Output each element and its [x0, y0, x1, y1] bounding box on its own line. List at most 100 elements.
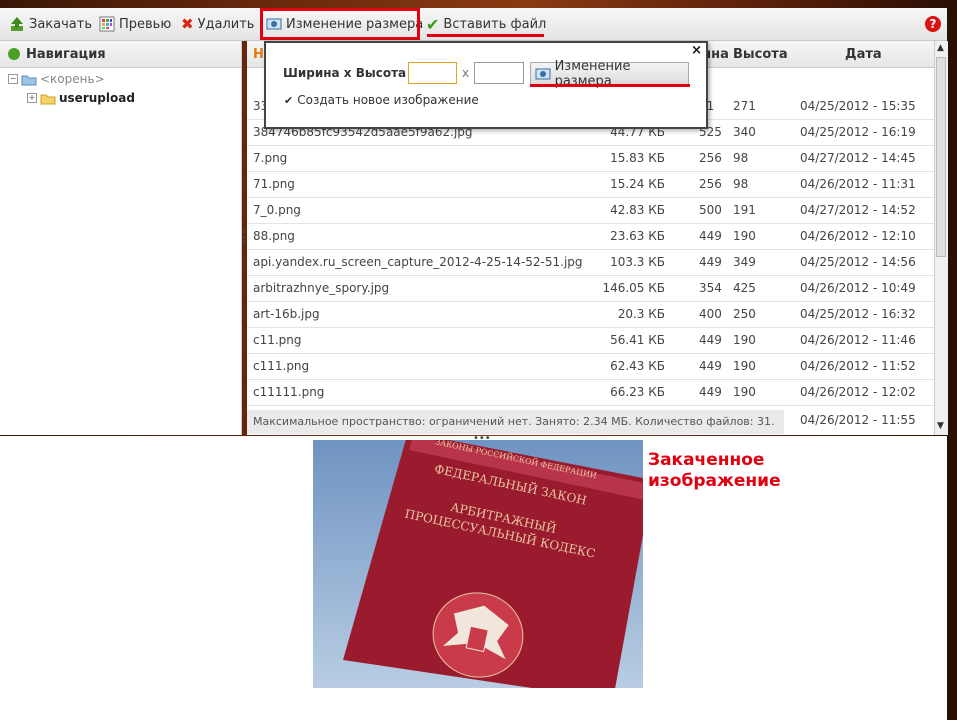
row-date: 04/26/2012 - 12:02: [800, 385, 916, 399]
delete-button[interactable]: ✖ Удалить: [181, 8, 254, 40]
table-row[interactable]: 88.png 23.63 КБ 449 190 04/26/2012 - 12:10: [247, 223, 934, 250]
row-width: 449: [699, 229, 722, 243]
table-row[interactable]: c11111.png 66.23 КБ 449 190 04/26/2012 - 12:…: [247, 379, 934, 406]
row-date: 04/26/2012 - 12:10: [800, 229, 916, 243]
row-height: 271: [733, 99, 756, 113]
paste-highlight-underline: [427, 34, 544, 37]
row-width: 354: [699, 281, 722, 295]
preview-button[interactable]: Превью: [99, 8, 171, 40]
row-height: 190: [733, 333, 756, 347]
dimensions-label: Ширина x Высота: [283, 66, 407, 80]
help-icon[interactable]: ?: [925, 16, 941, 32]
scroll-down-icon[interactable]: ▼: [937, 421, 944, 431]
tree-root-label: <корень>: [40, 72, 105, 86]
row-width: 400: [699, 307, 722, 321]
column-name[interactable]: Н: [253, 47, 264, 62]
row-date: 04/26/2012 - 10:49: [800, 281, 916, 295]
close-icon[interactable]: ×: [691, 43, 702, 58]
checkbox[interactable]: ✔: [284, 94, 293, 107]
table-row[interactable]: 7_0.png 42.83 КБ 500 191 04/27/2012 - 14:52: [247, 197, 934, 224]
row-size: 15.24 КБ: [610, 177, 665, 191]
caption-line2: изображение: [648, 471, 781, 491]
row-date: 04/26/2012 - 11:55: [800, 413, 916, 427]
height-input[interactable]: [474, 62, 524, 84]
width-input[interactable]: [408, 62, 457, 84]
create-new-image-option[interactable]: ✔ Создать новое изображение: [284, 93, 479, 107]
column-height[interactable]: Высота: [733, 47, 788, 62]
row-date: 04/25/2012 - 16:19: [800, 125, 916, 139]
status-bar: Максимальное пространство: ограничений н…: [247, 410, 784, 434]
grid-icon: [99, 16, 115, 32]
caption-line1: Закаченное: [648, 450, 765, 470]
scroll-up-icon[interactable]: ▲: [937, 43, 944, 53]
row-width: 449: [699, 333, 722, 347]
uploaded-image-caption: Закаченное изображение: [648, 450, 781, 492]
splitter-handle[interactable]: · · ·: [242, 226, 246, 248]
preview-label: Превью: [119, 16, 172, 32]
row-size: 146.05 КБ: [602, 281, 665, 295]
table-row[interactable]: 71.png 15.24 КБ 256 98 04/26/2012 - 11:31: [247, 171, 934, 198]
row-name: c11111.png: [253, 385, 325, 399]
table-row[interactable]: arbitrazhnye_spory.jpg 146.05 КБ 354 425 04/…: [247, 275, 934, 302]
globe-icon: [8, 48, 20, 60]
row-size: 103.3 КБ: [610, 255, 665, 269]
row-date: 04/25/2012 - 14:56: [800, 255, 916, 269]
row-size: 62.43 КБ: [610, 359, 665, 373]
row-name: 71.png: [253, 177, 295, 191]
collapse-icon[interactable]: −: [8, 74, 18, 84]
row-name: 7_0.png: [253, 203, 301, 217]
row-name: 7.png: [253, 151, 288, 165]
table-row[interactable]: api.yandex.ru_screen_capture_2012-4-25-1…: [247, 249, 934, 276]
row-height: 425: [733, 281, 756, 295]
expand-icon[interactable]: +: [27, 93, 37, 103]
table-row[interactable]: c11.png 56.41 КБ 449 190 04/26/2012 - 11:46: [247, 327, 934, 354]
row-size: 20.3 КБ: [617, 307, 665, 321]
delete-label: Удалить: [197, 16, 255, 32]
row-width: 256: [699, 151, 722, 165]
row-name: art-16b.jpg: [253, 307, 320, 321]
row-date: 04/25/2012 - 15:35: [800, 99, 916, 113]
row-size: 15.83 КБ: [610, 151, 665, 165]
table-row[interactable]: art-16b.jpg 20.3 КБ 400 250 04/25/2012 - 16:…: [247, 301, 934, 328]
row-height: 349: [733, 255, 756, 269]
delete-icon: ✖: [181, 15, 194, 33]
row-date: 04/26/2012 - 11:46: [800, 333, 916, 347]
table-row[interactable]: 7.png 15.83 КБ 256 98 04/27/2012 - 14:45: [247, 145, 934, 172]
checkmark-icon: ✔: [426, 14, 440, 34]
upload-icon: [11, 17, 23, 31]
row-date: 04/26/2012 - 11:52: [800, 359, 916, 373]
row-name: c11.png: [253, 333, 302, 347]
row-name: api.yandex.ru_screen_capture_2012-4-25-1…: [253, 255, 583, 269]
scrollbar[interactable]: ▲ ▼: [934, 41, 948, 435]
preview-area: ••• ЗАКОНЫ РОССИЙСКОЙ ФЕДЕРАЦИИ ФЕДЕРАЛЬ…: [0, 433, 947, 720]
row-height: 190: [733, 385, 756, 399]
row-size: 56.41 КБ: [610, 333, 665, 347]
upload-label: Закачать: [29, 16, 93, 32]
row-name: arbitrazhnye_spory.jpg: [253, 281, 390, 295]
paste-label: Вставить файл: [443, 16, 547, 32]
row-width: 256: [699, 177, 722, 191]
scrollbar-thumb[interactable]: [936, 57, 946, 257]
row-width: 449: [699, 255, 722, 269]
row-height: 191: [733, 203, 756, 217]
row-date: 04/27/2012 - 14:45: [800, 151, 916, 165]
upload-button[interactable]: Закачать: [9, 8, 92, 40]
row-width: 500: [699, 203, 722, 217]
row-height: 98: [733, 151, 749, 165]
row-height: 340: [733, 125, 756, 139]
tree-root[interactable]: − <корень>: [8, 72, 105, 86]
row-name: 88.png: [253, 229, 295, 243]
folder-icon: [40, 94, 56, 104]
navigation-header: Навигация: [0, 41, 241, 68]
row-width: 449: [699, 385, 722, 399]
row-height: 190: [733, 229, 756, 243]
row-date: 04/27/2012 - 14:52: [800, 203, 916, 217]
column-date[interactable]: Дата: [845, 47, 882, 62]
row-size: 23.63 КБ: [610, 229, 665, 243]
table-row[interactable]: c111.png 62.43 КБ 449 190 04/26/2012 - 11:52: [247, 353, 934, 380]
resize-submit-button[interactable]: Изменение размера: [530, 59, 689, 89]
tree-item-userupload[interactable]: + userupload: [27, 91, 135, 105]
row-width: 449: [699, 359, 722, 373]
resize-icon: [535, 68, 551, 80]
row-name: c111.png: [253, 359, 310, 373]
